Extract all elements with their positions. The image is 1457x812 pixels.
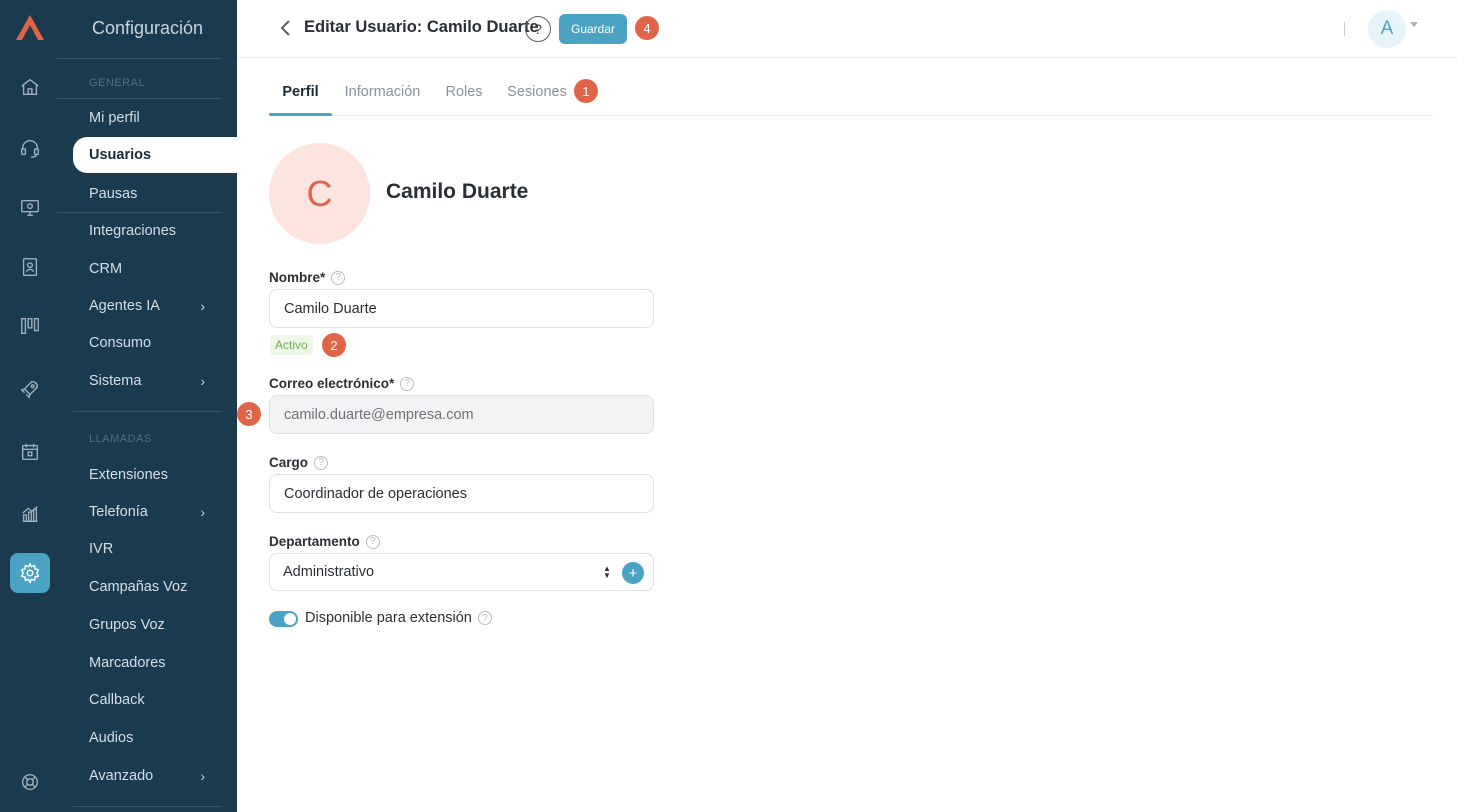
- sidebar-item-callback[interactable]: Callback: [89, 690, 237, 710]
- job-title-field[interactable]: [269, 474, 654, 513]
- sort-arrows-icon: ▲ ▼: [603, 564, 611, 580]
- tab-bar: Perfil Información Roles Sesiones: [269, 68, 1433, 116]
- divider: [57, 58, 221, 59]
- kanban-icon[interactable]: [10, 306, 50, 346]
- divider: [73, 411, 221, 412]
- help-icon[interactable]: ?: [400, 376, 415, 391]
- sidebar-item-avanzado[interactable]: Avanzado ›: [89, 766, 237, 786]
- home-icon[interactable]: [10, 67, 50, 107]
- tab-perfil[interactable]: Perfil: [269, 68, 332, 116]
- back-arrow-icon[interactable]: [276, 17, 296, 39]
- sidebar-item-audios[interactable]: Audios: [89, 728, 237, 748]
- sidebar-item-extensiones[interactable]: Extensiones: [89, 465, 237, 485]
- job-label: Cargo ?: [269, 455, 329, 470]
- chevron-right-icon: ›: [200, 298, 205, 314]
- tab-roles[interactable]: Roles: [445, 68, 482, 115]
- add-department-button[interactable]: +: [622, 562, 644, 584]
- icon-rail: [0, 0, 57, 812]
- sidebar-title: Configuración: [92, 18, 204, 38]
- sidebar-item-crm[interactable]: CRM: [89, 259, 237, 279]
- step-badge: 1: [574, 79, 598, 103]
- help-icon[interactable]: ?: [365, 534, 380, 549]
- chart-icon[interactable]: [10, 494, 50, 534]
- sidebar-item-campanas-voz[interactable]: Campañas Voz: [89, 577, 237, 597]
- profile-name: Camilo Duarte: [386, 180, 529, 203]
- chevron-right-icon: ›: [200, 504, 205, 520]
- sidebar-item-agentes-ia[interactable]: Agentes IA ›: [89, 296, 237, 316]
- user-avatar[interactable]: A: [1368, 10, 1406, 48]
- help-icon[interactable]: ?: [314, 455, 329, 470]
- sidebar-item-usuarios[interactable]: Usuarios: [73, 137, 237, 173]
- monitor-icon[interactable]: [10, 188, 50, 228]
- step-badge: 3: [237, 402, 261, 426]
- help-lifebuoy-icon[interactable]: [10, 762, 50, 802]
- help-icon[interactable]: ?: [477, 611, 492, 625]
- status-badge: Activo: [270, 335, 313, 355]
- extension-toggle-label: Disponible para extensión ?: [305, 610, 492, 626]
- page-title: Editar Usuario: Camilo Duarte: [304, 18, 539, 36]
- calendar-icon[interactable]: [10, 432, 50, 472]
- sidebar-item-marcadores[interactable]: Marcadores: [89, 653, 237, 673]
- chevron-right-icon: ›: [200, 768, 205, 784]
- profile-avatar: C: [269, 143, 370, 244]
- sidebar-item-telefonia[interactable]: Telefonía ›: [89, 502, 237, 522]
- step-badge: 4: [635, 16, 659, 40]
- headset-icon[interactable]: [10, 128, 50, 168]
- sidebar-item-ivr[interactable]: IVR: [89, 539, 237, 559]
- divider: [1344, 22, 1345, 36]
- divider: [73, 806, 221, 807]
- section-llamadas: LLAMADAS: [89, 433, 152, 445]
- toggle-knob: [284, 613, 296, 625]
- help-icon[interactable]: ?: [331, 270, 346, 285]
- name-field[interactable]: [269, 289, 654, 328]
- name-label: Nombre* ?: [269, 270, 346, 285]
- settings-icon[interactable]: [10, 553, 50, 593]
- chevron-right-icon: ›: [200, 373, 205, 389]
- tab-sesiones[interactable]: Sesiones: [507, 68, 567, 115]
- tab-informacion[interactable]: Información: [344, 68, 421, 115]
- extension-toggle[interactable]: [269, 611, 298, 627]
- sidebar-item-grupos-voz[interactable]: Grupos Voz: [89, 615, 237, 635]
- settings-sidebar: Configuración GENERAL Mi perfil Usuarios…: [57, 0, 237, 812]
- email-field: [269, 395, 654, 434]
- divider: [57, 212, 221, 213]
- sidebar-item-integraciones[interactable]: Integraciones: [89, 221, 237, 241]
- save-button[interactable]: Guardar: [559, 14, 627, 44]
- sidebar-item-mi-perfil[interactable]: Mi perfil: [89, 108, 237, 128]
- sidebar-item-pausas[interactable]: Pausas: [89, 184, 237, 204]
- rocket-icon[interactable]: [10, 369, 50, 409]
- contacts-book-icon[interactable]: [10, 247, 50, 287]
- department-label: Departamento ?: [269, 534, 380, 549]
- help-icon[interactable]: ?: [525, 16, 551, 42]
- caret-down-icon[interactable]: [1410, 22, 1418, 27]
- email-label: Correo electrónico* ?: [269, 376, 415, 391]
- app-logo-icon[interactable]: [14, 12, 46, 44]
- sidebar-item-consumo[interactable]: Consumo: [89, 333, 237, 353]
- divider: [57, 98, 221, 99]
- section-general: GENERAL: [89, 77, 146, 89]
- sidebar-item-sistema[interactable]: Sistema ›: [89, 371, 237, 391]
- department-select[interactable]: Administrativo ▲ ▼ +: [269, 553, 654, 591]
- step-badge: 2: [322, 333, 346, 357]
